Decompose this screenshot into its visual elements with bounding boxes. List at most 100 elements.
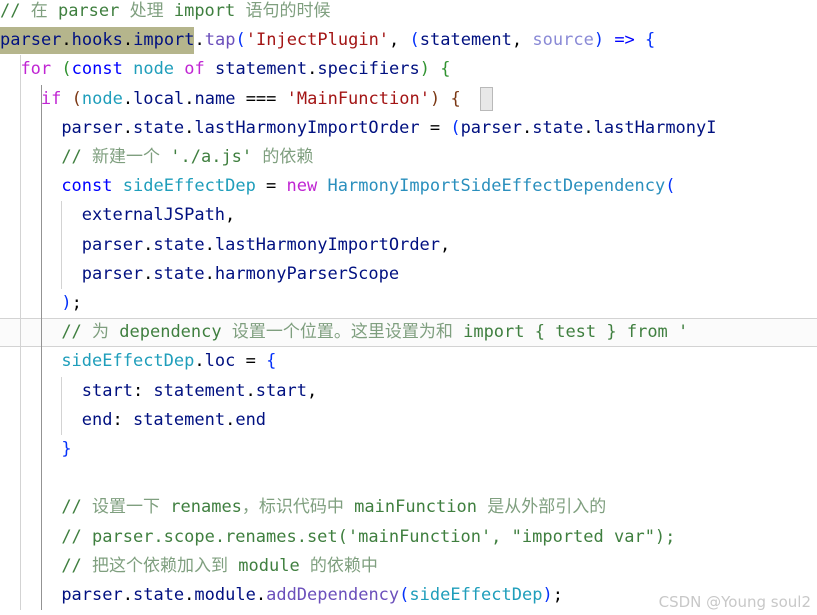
code-line[interactable]: sideEffectDep.loc = { [0,347,817,376]
code-line[interactable]: parser.hooks.import.tap('InjectPlugin', … [0,26,817,55]
code-token-comment-cjk: 的依赖 [262,147,314,167]
code-token-prop: lastHarmonyI [593,117,717,138]
code-line[interactable]: // 新建一个 './a.js' 的依赖 [0,143,817,172]
code-token-punc: . [225,409,236,430]
code-line[interactable]: const sideEffectDep = new HarmonyImportS… [0,172,817,201]
code-line[interactable]: parser.state.module.addDependency(sideEf… [0,581,817,610]
code-token-paren-3: ) [429,88,441,109]
code-token-control: if [40,88,62,109]
code-token-paren-2: ) [419,59,431,80]
code-token-comment: import [163,1,246,21]
code-token-punc [430,59,440,79]
code-token-punc: . [245,380,256,401]
code-token-comment: renames [160,497,242,518]
code-token-paren-3: { [450,88,461,109]
code-token-paren-1: ( [235,30,246,51]
code-token-op: = [235,351,267,372]
code-token-punc: . [184,88,195,109]
code-token-comment-cjk: 在 [30,1,48,21]
code-token-comment: // [61,497,93,518]
code-editor[interactable]: // 在 parser 处理 import 语句的时候 parser.hooks.… [0,0,817,615]
code-token-ident: end [81,409,113,430]
code-token-punc [113,176,123,196]
code-line[interactable]: start: statement.start, [0,377,817,406]
code-token-var: node [133,59,175,80]
code-token-punc: . [194,351,205,372]
code-line[interactable]: // 把这个依赖加入到 module 的依赖中 [0,552,817,581]
code-token-ident: statement [132,409,226,430]
code-token-const: const [61,176,113,197]
code-line[interactable]: if (node.local.name === 'MainFunction') … [0,85,817,114]
code-token-punc: . [122,30,134,51]
code-token-paren-1: ) [542,585,553,605]
code-token-paren-1: ) [593,30,605,51]
code-token-comment-cjk: 是从外部引入的 [487,497,607,518]
code-token-prop: state [153,234,205,255]
code-token-punc: : [132,380,154,401]
code-token-prop: module [194,585,256,605]
code-token-op: === [235,88,287,109]
code-token-comment-cjk: 处理 [129,1,164,21]
code-text-surface[interactable]: // 在 parser 处理 import 语句的时候 parser.hooks.… [0,0,817,615]
code-token-punc [205,59,215,79]
code-token-prop: end [235,409,267,430]
code-line[interactable] [0,464,817,493]
code-token-prop: hooks [71,30,123,51]
code-line[interactable]: for (const node of statement.specifiers)… [0,55,817,84]
code-token-punc: , [225,205,236,226]
code-token-comment-cjk: ，标识代码中 [241,497,344,518]
code-token-ident: parser [0,30,62,51]
code-token-punc [317,176,327,196]
code-line[interactable]: } [0,435,817,464]
code-token-comment-cjk: 为 [92,322,110,343]
code-token-comment-cjk: 的依赖中 [309,555,378,576]
code-line[interactable]: // parser.scope.renames.set('mainFunctio… [0,523,817,552]
code-token-var: sideEffectDep [409,585,543,605]
code-token-comment-cjk: 新建一个 [92,147,161,167]
code-token-control: of [184,59,205,80]
code-line[interactable]: parser.state.lastHarmonyImportOrder = (p… [0,114,817,143]
code-token-ident: externalJSPath [81,205,226,226]
code-line[interactable]: // 设置一下 renames，标识代码中 mainFunction 是从外部引… [0,493,817,522]
code-token-comment: import { test } from ' [452,322,689,343]
code-token-punc: , [440,234,451,255]
code-token-punc: , [389,30,410,51]
code-token-const: => [614,30,635,51]
code-token-punc [174,59,184,79]
code-token-punc [61,89,71,109]
code-token-punc [604,30,614,50]
code-token-punc: . [143,234,154,255]
code-token-ident: parser [61,585,123,605]
code-line[interactable]: externalJSPath, [0,201,817,230]
code-token-func: tap [204,30,236,51]
code-token-class: HarmonyImportSideEffectDependency [327,176,666,197]
code-token-comment: // parser.scope.renames.set('mainFunctio… [61,526,676,547]
code-token-op: = [255,176,287,197]
code-line[interactable]: parser.state.harmonyParserScope [0,260,817,289]
code-token-ident: statement [419,30,512,51]
code-token-paren-1: ( [399,585,410,605]
code-line[interactable]: // 在 parser 处理 import 语句的时候 [0,0,817,26]
code-token-comment-cjk: 把这个依赖加入到 [92,555,229,576]
code-token-prop: state [132,585,185,605]
code-line[interactable]: // 为 dependency 设置一个位置。这里设置为和 import { t… [0,318,817,347]
code-token-paren-2: ( [61,59,72,80]
code-token-prop: name [194,88,236,109]
code-line[interactable]: end: statement.end [0,406,817,435]
code-token-punc: , [306,380,318,401]
code-token-prop: import [133,30,195,51]
code-token-ident: statement [215,59,308,80]
code-token-prop: start [255,380,307,401]
code-line[interactable]: ); [0,289,817,318]
code-token-paren-1: } [61,439,72,459]
code-token-op: = [419,117,451,138]
code-token-punc: . [143,263,154,284]
code-token-punc [440,89,450,109]
code-token-paren-1: { [266,351,277,372]
code-token-comment: parser [47,1,130,21]
code-token-punc: . [122,88,134,109]
code-token-punc: , [511,30,533,51]
code-line[interactable]: parser.state.lastHarmonyImportOrder, [0,231,817,260]
code-token-punc: . [61,30,72,51]
code-token-prop: state [153,263,205,284]
